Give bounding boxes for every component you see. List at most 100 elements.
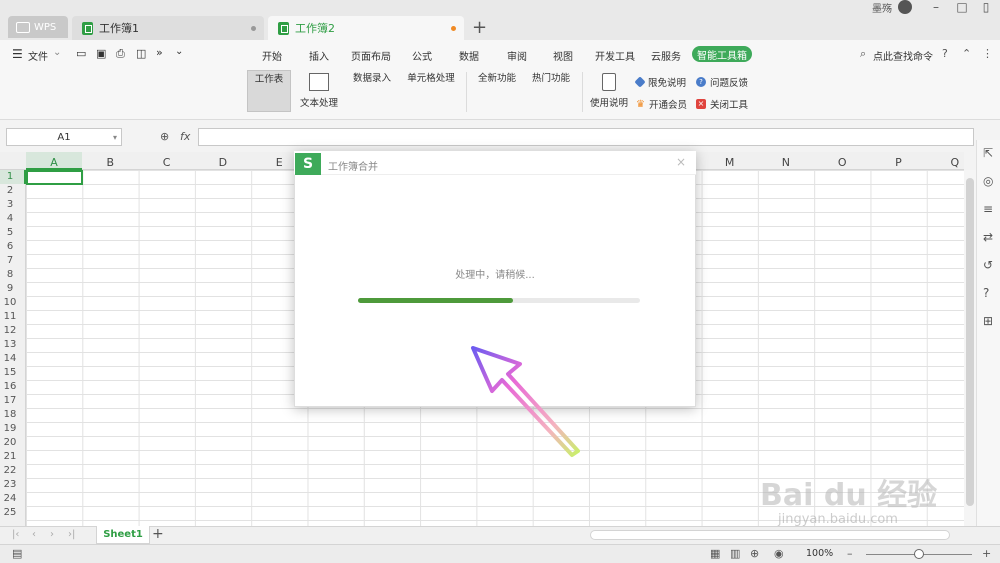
row-header[interactable]: 15 (0, 367, 20, 378)
row-header[interactable]: 17 (0, 395, 20, 406)
zoom-icon[interactable]: ⊕ (160, 130, 169, 143)
menu-file[interactable]: 文件 (28, 48, 48, 63)
menu-page-layout[interactable]: 页面布局 (351, 48, 391, 63)
help-icon[interactable]: ? (942, 47, 948, 60)
last-sheet-icon[interactable]: ›| (68, 529, 75, 540)
column-header[interactable]: N (758, 156, 814, 169)
menu-view[interactable]: 视图 (553, 48, 573, 63)
close-tool-button[interactable]: × 关闭工具 (696, 97, 748, 111)
new-features-button[interactable]: 全新功能 (473, 70, 521, 243)
row-header[interactable]: 21 (0, 451, 20, 462)
selected-cell[interactable] (26, 170, 83, 185)
more-icon[interactable]: » (156, 46, 163, 59)
hamburger-icon[interactable]: ☰ (12, 47, 23, 61)
maximize-icon[interactable]: □ (954, 0, 970, 14)
row-header[interactable]: 20 (0, 437, 20, 448)
command-search[interactable]: 点此查找命令 (873, 48, 933, 63)
row-header[interactable]: 7 (0, 255, 20, 266)
help-icon[interactable]: ? (983, 286, 989, 300)
row-header[interactable]: 14 (0, 353, 20, 364)
row-header[interactable]: 5 (0, 227, 20, 238)
worksheet-button[interactable]: 工作表 (247, 70, 291, 244)
row-header[interactable]: 12 (0, 325, 20, 336)
row-header[interactable]: 13 (0, 339, 20, 350)
apps-icon[interactable]: ⊞ (983, 314, 993, 328)
tab-wps-home[interactable]: WPS (8, 16, 68, 38)
normal-view-icon[interactable]: ▦ (710, 547, 720, 560)
row-header[interactable]: 18 (0, 409, 20, 420)
prev-sheet-icon[interactable]: ‹ (32, 529, 36, 540)
sheet-tab[interactable]: Sheet1 (96, 526, 150, 544)
data-entry-button[interactable]: 数据录入 (348, 70, 396, 243)
search-icon[interactable]: ⌕ (860, 47, 866, 61)
row-header[interactable]: 24 (0, 493, 20, 504)
function-button[interactable]: fx (180, 130, 190, 143)
user-name[interactable]: 墨殇 (872, 0, 892, 15)
usage-button[interactable]: 使用说明 (588, 70, 630, 112)
row-header[interactable]: 2 (0, 185, 20, 196)
page-layout-icon[interactable]: ▥ (730, 547, 740, 560)
row-header[interactable]: 3 (0, 199, 20, 210)
row-header[interactable]: 6 (0, 241, 20, 252)
sidebar-toggle-icon[interactable]: ▯ (978, 0, 994, 14)
row-header[interactable]: 16 (0, 381, 20, 392)
menu-insert[interactable]: 插入 (309, 48, 329, 63)
macro-icon[interactable]: ▤ (12, 547, 22, 560)
column-header[interactable]: C (139, 156, 195, 169)
row-header[interactable]: 10 (0, 297, 20, 308)
minimize-icon[interactable]: – (928, 0, 944, 14)
chevron-down-icon[interactable]: ⌄ (53, 47, 61, 58)
print-icon[interactable]: ⎙ (116, 47, 125, 61)
row-header[interactable]: 22 (0, 465, 20, 476)
column-header[interactable]: B (82, 156, 138, 169)
column-header[interactable]: D (195, 156, 251, 169)
page-break-icon[interactable]: ⊕ (750, 547, 759, 560)
menu-developer[interactable]: 开发工具 (595, 48, 635, 63)
column-header[interactable]: P (871, 156, 927, 169)
vip-button[interactable]: ♛ 开通会员 (636, 97, 687, 112)
zoom-slider-handle[interactable] (914, 549, 924, 559)
next-sheet-icon[interactable]: › (50, 529, 54, 540)
cell-process-button[interactable]: 单元格处理 (402, 70, 460, 243)
free-info-button[interactable]: 限免说明 (634, 75, 686, 89)
formula-input[interactable] (198, 128, 974, 146)
menu-smart-toolbox[interactable]: 智能工具箱 (692, 46, 752, 62)
scrollbar-thumb[interactable] (966, 178, 974, 506)
eye-protection-icon[interactable]: ◉ (774, 547, 784, 560)
transfer-icon[interactable]: ⇄ (983, 230, 993, 244)
avatar[interactable] (898, 0, 912, 14)
row-header[interactable]: 8 (0, 269, 20, 280)
print-preview-icon[interactable]: ◫ (136, 47, 146, 60)
shapes-icon[interactable]: ◎ (983, 174, 993, 188)
properties-icon[interactable]: ≡ (983, 202, 993, 216)
row-header[interactable]: 19 (0, 423, 20, 434)
menu-review[interactable]: 审阅 (507, 48, 527, 63)
horizontal-scrollbar[interactable] (590, 530, 950, 540)
name-box[interactable]: A1 ▾ (6, 128, 122, 146)
open-folder-icon[interactable]: ▭ (76, 47, 86, 60)
zoom-in-icon[interactable]: + (982, 547, 991, 560)
pointer-icon[interactable]: ⇱ (983, 146, 993, 160)
text-process-button[interactable]: 文本处理 (295, 70, 343, 112)
row-header[interactable]: 11 (0, 311, 20, 322)
column-header[interactable]: O (814, 156, 870, 169)
menu-formula[interactable]: 公式 (412, 48, 432, 63)
feedback-button[interactable]: ? 问题反馈 (696, 75, 748, 89)
column-header[interactable]: M (702, 156, 758, 169)
column-header[interactable]: A (26, 156, 82, 169)
column-header[interactable]: Q (927, 156, 983, 169)
collapse-ribbon-icon[interactable]: ⌃ (962, 47, 971, 60)
row-header[interactable]: 1 (0, 171, 20, 182)
zoom-level[interactable]: 100% (806, 548, 833, 559)
history-icon[interactable]: ↺ (983, 258, 993, 272)
new-tab-button[interactable]: + (472, 17, 487, 38)
row-header[interactable]: 25 (0, 507, 20, 518)
row-header[interactable]: 9 (0, 283, 20, 294)
save-icon[interactable]: ▣ (96, 47, 106, 60)
add-sheet-button[interactable]: + (152, 526, 164, 542)
close-icon[interactable]: × (676, 155, 686, 169)
tab-workbook1[interactable]: 工作簿1 (72, 16, 264, 40)
menu-home[interactable]: 开始 (262, 48, 282, 63)
tab-workbook2[interactable]: 工作簿2 (268, 16, 464, 40)
menu-cloud[interactable]: 云服务 (651, 48, 681, 63)
